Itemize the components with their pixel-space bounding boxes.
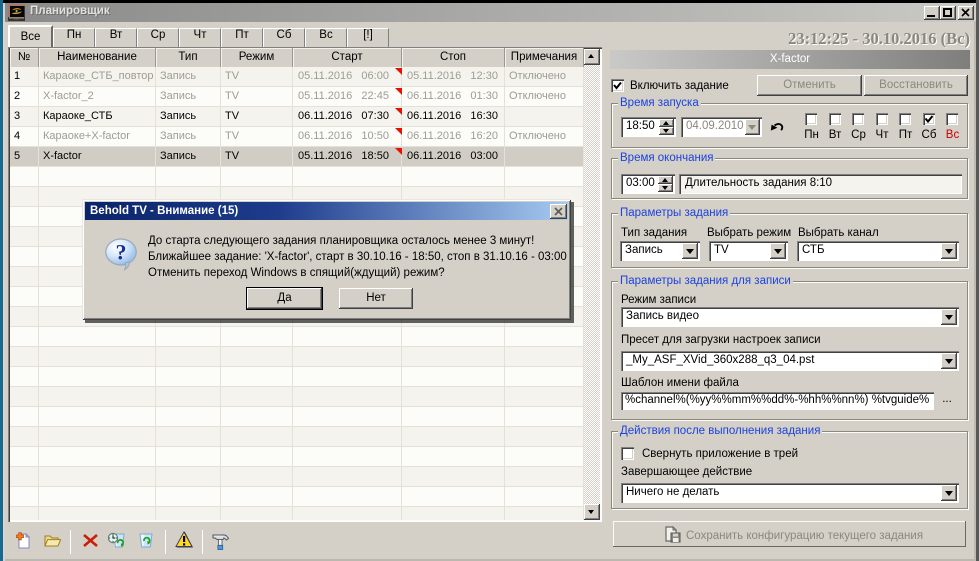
svg-text:?: ? [116,240,127,265]
